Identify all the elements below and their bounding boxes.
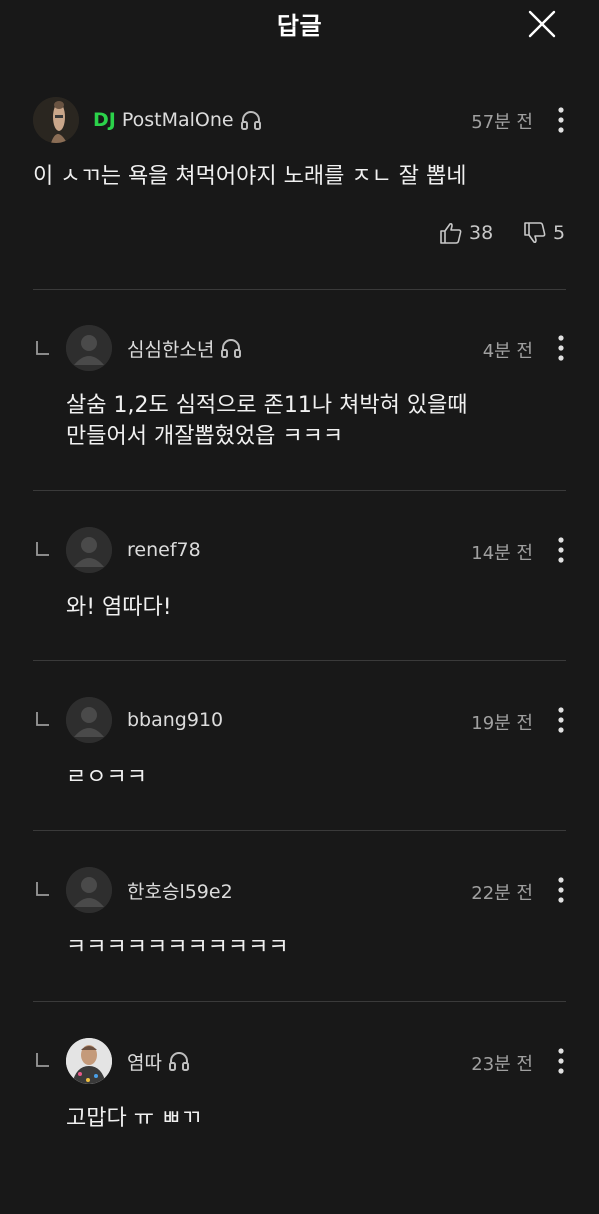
thumbs-up-icon — [440, 222, 462, 244]
avatar[interactable] — [66, 1038, 112, 1084]
username[interactable]: 한호승l59e2 — [127, 877, 233, 904]
avatar[interactable] — [33, 97, 79, 143]
avatar[interactable] — [66, 697, 112, 743]
comment-text: 와! 염따다! — [66, 595, 172, 620]
header: 답글 — [0, 0, 599, 50]
like-count: 38 — [469, 222, 494, 244]
close-icon[interactable] — [524, 6, 560, 42]
timestamp: 22분 전 — [471, 883, 533, 904]
dislike-count: 5 — [553, 222, 566, 244]
comment-text: 살숨 1,2도 심적으로 존11나 쳐박혀 있을때 — [66, 393, 468, 418]
divider — [33, 660, 566, 661]
reply-indent-icon — [36, 882, 49, 896]
timestamp: 4분 전 — [482, 341, 533, 362]
comment-author-row: 심심한소년 — [127, 333, 242, 363]
reply-indent-icon — [36, 1053, 49, 1067]
thumbs-down-icon — [524, 222, 546, 244]
comment-author-row: DJ PostMalOne — [93, 105, 262, 135]
like-button[interactable]: 38 — [439, 221, 493, 245]
more-options-icon[interactable] — [549, 332, 573, 364]
page-title: 답글 — [276, 12, 323, 40]
timestamp: 23분 전 — [471, 1054, 533, 1075]
comment-text: ㅋㅋㅋㅋㅋㅋㅋㅋㅋㅋㅋ — [66, 935, 289, 960]
comment-text: 만들어서 개잘뽑혔었읍 ㅋㅋㅋ — [66, 424, 344, 449]
username[interactable]: renef78 — [127, 539, 201, 561]
comment-text: 이 ㅅㄲ는 욕을 쳐먹어야지 노래를 ㅈㄴ 잘 뽑네 — [33, 164, 467, 189]
reply-indent-icon — [36, 341, 49, 355]
headphones-icon — [220, 337, 242, 359]
more-options-icon[interactable] — [549, 1045, 573, 1077]
comment-author-row: 염따 — [127, 1046, 190, 1076]
reply-indent-icon — [36, 542, 49, 556]
more-options-icon[interactable] — [549, 704, 573, 736]
timestamp: 19분 전 — [471, 713, 533, 734]
username[interactable]: bbang910 — [127, 709, 223, 731]
divider — [33, 490, 566, 491]
close-button[interactable] — [524, 6, 560, 42]
dj-badge: DJ — [93, 109, 116, 131]
username[interactable]: 염따 — [127, 1048, 162, 1075]
dislike-button[interactable]: 5 — [523, 221, 565, 245]
comment-author-row: bbang910 — [127, 705, 223, 735]
headphones-icon — [168, 1050, 190, 1072]
avatar[interactable] — [66, 527, 112, 573]
divider — [33, 1001, 566, 1002]
more-options-icon[interactable] — [549, 534, 573, 566]
username[interactable]: 심심한소년 — [127, 335, 214, 362]
comment-text: 고맙다 ㅠ ㅃㄲ — [66, 1106, 202, 1131]
username[interactable]: PostMalOne — [122, 109, 234, 131]
avatar[interactable] — [66, 867, 112, 913]
more-options-icon[interactable] — [549, 874, 573, 906]
headphones-icon — [240, 109, 262, 131]
timestamp: 57분 전 — [471, 112, 533, 133]
comment-author-row: renef78 — [127, 535, 201, 565]
reply-indent-icon — [36, 712, 49, 726]
timestamp: 14분 전 — [471, 543, 533, 564]
divider — [33, 289, 566, 290]
divider — [33, 830, 566, 831]
comment-author-row: 한호승l59e2 — [127, 875, 233, 905]
avatar[interactable] — [66, 325, 112, 371]
more-options-icon[interactable] — [549, 104, 573, 136]
replies-screen: 답글 DJ PostMalOne 57분 전 이 ㅅㄲ는 욕을 쳐먹어야지 노래… — [0, 0, 599, 1214]
comment-text: ㄹㅇㅋㅋ — [66, 765, 147, 790]
